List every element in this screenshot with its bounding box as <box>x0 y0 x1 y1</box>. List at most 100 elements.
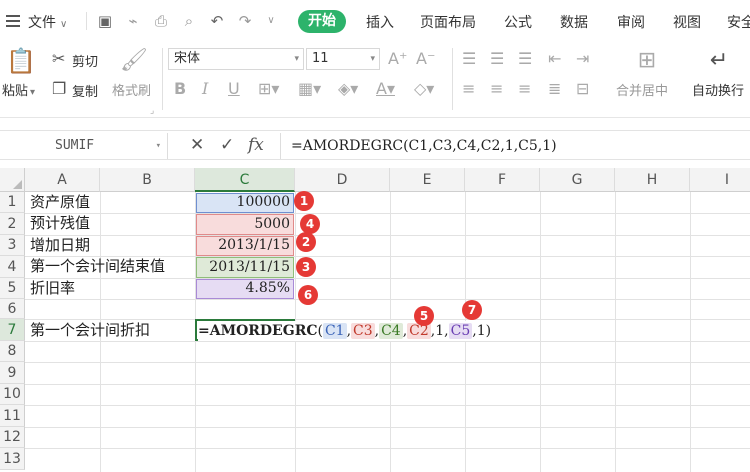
file-menu[interactable]: 文件 ∨ <box>28 12 67 32</box>
cell-c1[interactable]: 100000 <box>196 193 294 212</box>
tab-insert[interactable]: 插入 <box>366 12 394 32</box>
borders-icon[interactable]: ⊞▾ <box>258 80 279 98</box>
insert-function-icon[interactable]: fx <box>248 135 264 155</box>
name-box[interactable]: SUMIF ▾ <box>0 133 168 159</box>
quick-access-dropdown-icon[interactable]: ∨ <box>262 12 280 30</box>
clear-format-icon[interactable]: ◇▾ <box>414 80 434 98</box>
cell-a5[interactable]: 折旧率 <box>30 278 75 299</box>
select-all-corner[interactable] <box>0 168 25 192</box>
menu-icon[interactable] <box>6 15 20 27</box>
increase-font-icon[interactable]: A⁺ <box>388 50 407 68</box>
wrap-text-button[interactable]: 自动换行 <box>692 80 744 99</box>
tab-formulas[interactable]: 公式 <box>504 12 532 32</box>
row-header-3[interactable]: 3 <box>0 235 25 256</box>
tab-page-layout[interactable]: 页面布局 <box>420 12 476 32</box>
redo-icon[interactable]: ↷ <box>236 12 254 30</box>
tab-view[interactable]: 视图 <box>673 12 701 32</box>
scissors-icon[interactable]: ✂ <box>52 50 65 68</box>
align-top-icon[interactable]: ☰ <box>462 50 476 68</box>
row-header-13[interactable]: 13 <box>0 448 25 470</box>
bold-icon[interactable]: B <box>174 80 186 98</box>
paste-label: 粘贴 <box>2 84 29 99</box>
annotation-badge: 1 <box>294 191 314 211</box>
row-header-8[interactable]: 8 <box>0 341 25 362</box>
format-painter-qa-icon[interactable]: ⌁ <box>124 12 142 30</box>
cell-c2[interactable]: 5000 <box>196 215 294 234</box>
row-header-10[interactable]: 10 <box>0 384 25 405</box>
font-size-select[interactable]: 11 ▾ <box>306 48 380 70</box>
row-header-12[interactable]: 12 <box>0 427 25 448</box>
ref-token-c5: C5 <box>448 323 473 339</box>
tab-security[interactable]: 安全 <box>727 12 750 32</box>
row-header-11[interactable]: 11 <box>0 405 25 427</box>
column-header-c[interactable]: C <box>195 168 295 192</box>
copy-button[interactable]: 复制 <box>72 81 98 100</box>
ref-token-c1: C1 <box>322 323 347 339</box>
column-header-d[interactable]: D <box>295 168 390 192</box>
row-header-1[interactable]: 1 <box>0 192 25 213</box>
tab-review[interactable]: 审阅 <box>617 12 645 32</box>
print-preview-icon[interactable]: ⌕ <box>180 12 198 30</box>
font-name-select[interactable]: 宋体 ▾ <box>168 48 304 70</box>
copy-icon[interactable]: ❐ <box>52 80 66 98</box>
cell-a7[interactable]: 第一个会计间折扣 <box>30 320 150 341</box>
undo-icon[interactable]: ↶ <box>208 12 226 30</box>
cell-c5[interactable]: 4.85% <box>196 279 294 298</box>
tab-home[interactable]: 开始 <box>298 10 346 33</box>
row-header-5[interactable]: 5 <box>0 278 25 299</box>
cell-c4[interactable]: 2013/11/15 <box>196 258 294 277</box>
cell-a4[interactable]: 第一个会计间结束值 <box>30 256 165 277</box>
align-center-icon[interactable]: ≡ <box>490 80 503 98</box>
print-icon[interactable]: ⎙ <box>152 12 170 30</box>
decrease-font-icon[interactable]: A⁻ <box>416 50 435 68</box>
cut-button[interactable]: 剪切 <box>72 51 98 70</box>
cell-c7-editor[interactable]: =AMORDEGRC(C1, C3, C4, C2,1, C5,1) <box>198 321 496 341</box>
column-header-a[interactable]: A <box>25 168 100 192</box>
wrap-text-icon[interactable]: ↵ <box>706 48 732 74</box>
merge-center-icon[interactable]: ⊞ <box>634 48 660 74</box>
format-painter-icon[interactable]: 🖌 <box>120 48 148 74</box>
paste-button[interactable]: 粘贴 ▾ <box>2 80 35 99</box>
annotation-badge: 4 <box>300 214 320 234</box>
merge-center-button[interactable]: 合并居中 <box>616 80 668 99</box>
row-header-4[interactable]: 4 <box>0 256 25 278</box>
row-header-2[interactable]: 2 <box>0 213 25 235</box>
underline-icon[interactable]: U <box>228 80 240 98</box>
tab-data[interactable]: 数据 <box>560 12 588 32</box>
distribute-icon[interactable]: ⊟ <box>576 80 589 98</box>
worksheet-grid[interactable]: A B C D E F G H I 1 2 3 4 5 6 7 8 9 10 1… <box>0 168 750 472</box>
cancel-icon[interactable]: ✕ <box>190 135 204 155</box>
column-header-f[interactable]: F <box>465 168 540 192</box>
column-header-i[interactable]: I <box>690 168 750 192</box>
cell-c3[interactable]: 2013/1/15 <box>196 236 294 255</box>
formula-input[interactable]: =AMORDEGRC(C1,C3,C4,C2,1,C5,1) <box>280 133 750 159</box>
row-header-6[interactable]: 6 <box>0 299 25 319</box>
italic-icon[interactable]: I <box>202 80 208 98</box>
row-header-7[interactable]: 7 <box>0 319 25 341</box>
paste-icon[interactable]: 📋 <box>6 48 36 74</box>
confirm-icon[interactable]: ✓ <box>220 135 234 155</box>
align-right-icon[interactable]: ≡ <box>518 80 531 98</box>
format-painter-button[interactable]: 格式刷 <box>112 80 151 99</box>
justify-icon[interactable]: ≣ <box>548 80 561 98</box>
merge-style-icon[interactable]: ▦▾ <box>298 80 321 98</box>
row-header-9[interactable]: 9 <box>0 362 25 384</box>
save-icon[interactable]: ▣ <box>96 12 114 30</box>
cell-a1[interactable]: 资产原值 <box>30 192 90 213</box>
column-header-h[interactable]: H <box>615 168 690 192</box>
spreadsheet-window: 文件 ∨ ▣ ⌁ ⎙ ⌕ ↶ ↷ ∨ 开始 插入 页面布局 公式 数据 审阅 视图… <box>0 0 750 472</box>
align-middle-icon[interactable]: ☰ <box>490 50 504 68</box>
dialog-launcher-icon[interactable]: ⌟ <box>150 102 154 120</box>
column-header-b[interactable]: B <box>100 168 195 192</box>
divider <box>162 48 163 110</box>
fill-color-icon[interactable]: ◈▾ <box>338 80 358 98</box>
align-bottom-icon[interactable]: ☰ <box>518 50 532 68</box>
cell-a2[interactable]: 预计残值 <box>30 213 90 234</box>
font-color-icon[interactable]: A▾ <box>376 80 395 98</box>
decrease-indent-icon[interactable]: ⇤ <box>548 50 561 68</box>
cell-a3[interactable]: 增加日期 <box>30 235 90 256</box>
column-header-e[interactable]: E <box>390 168 465 192</box>
increase-indent-icon[interactable]: ⇥ <box>576 50 589 68</box>
column-header-g[interactable]: G <box>540 168 615 192</box>
align-left-icon[interactable]: ≡ <box>462 80 475 98</box>
